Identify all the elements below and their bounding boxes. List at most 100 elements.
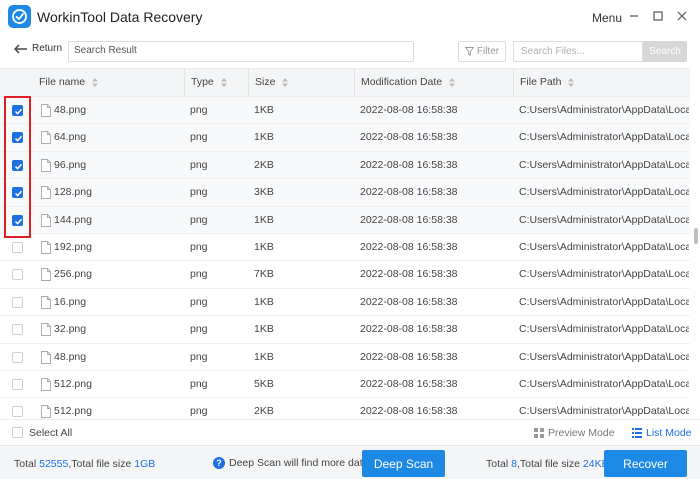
row-type: png: [190, 241, 208, 253]
row-file-path: C:Users\Administrator\AppData\Local...: [519, 378, 689, 390]
recover-button[interactable]: Recover: [604, 450, 687, 477]
table-row[interactable]: 32.png png 1KB 2022-08-08 16:58:38 C:Users\A…: [0, 316, 690, 344]
row-file-path: C:Users\Administrator\AppData\Local...: [519, 323, 689, 336]
column-type[interactable]: Type: [184, 69, 248, 96]
row-checkbox[interactable]: [12, 351, 23, 363]
column-file-path[interactable]: File Path: [513, 69, 690, 96]
row-modification-date: 2022-08-08 16:58:38: [360, 104, 458, 116]
file-table: File name Type Size Modification Date Fi…: [0, 68, 700, 419]
column-size[interactable]: Size: [248, 69, 354, 96]
file-icon: [41, 158, 51, 172]
row-modification-date: 2022-08-08 16:58:38: [360, 131, 458, 144]
row-file-path: C:Users\Administrator\AppData\Local...: [519, 268, 689, 281]
select-all-checkbox[interactable]: [12, 427, 23, 438]
row-checkbox[interactable]: [12, 379, 23, 390]
arrow-left-icon: [14, 43, 27, 54]
list-icon: [632, 428, 642, 438]
row-type: png: [190, 104, 208, 116]
menu-button[interactable]: Menu: [592, 11, 622, 25]
selected-summary: Total 8,Total file size 24KB: [486, 458, 609, 470]
row-modification-date: 2022-08-08 16:58:38: [360, 378, 458, 390]
grid-icon: [534, 428, 544, 438]
search-button[interactable]: Search: [643, 41, 687, 62]
column-file-name[interactable]: File name: [33, 69, 185, 96]
minimize-icon[interactable]: [626, 8, 642, 24]
row-modification-date: 2022-08-08 16:58:38: [360, 241, 458, 253]
row-file-name: 96.png: [54, 158, 87, 171]
row-size: 1KB: [254, 323, 274, 336]
row-type: png: [190, 186, 208, 199]
table-row[interactable]: 16.png png 1KB 2022-08-08 16:58:38 C:Users\A…: [0, 289, 690, 317]
row-type: png: [190, 323, 208, 336]
sort-icon: [568, 77, 575, 87]
filter-button[interactable]: Filter: [458, 41, 506, 62]
row-size: 7KB: [254, 268, 274, 281]
row-file-name: 512.png: [54, 405, 92, 418]
table-row[interactable]: 192.png png 1KB 2022-08-08 16:58:38 C:Users\…: [0, 234, 690, 262]
list-mode-label: List Mode: [646, 427, 692, 439]
row-size: 1KB: [254, 131, 274, 144]
row-modification-date: 2022-08-08 16:58:38: [360, 186, 458, 199]
column-type-label: Type: [191, 76, 214, 88]
row-checkbox[interactable]: [12, 159, 23, 171]
footer-bar: Total 52555,Total file size 1GB ? Deep S…: [0, 445, 700, 479]
row-checkbox[interactable]: [12, 324, 23, 336]
row-size: 1KB: [254, 241, 274, 253]
list-mode-toggle[interactable]: List Mode: [632, 427, 692, 439]
row-checkbox[interactable]: [12, 269, 23, 281]
row-file-name: 144.png: [54, 213, 92, 226]
row-checkbox[interactable]: [12, 406, 23, 418]
table-row[interactable]: 128.png png 3KB 2022-08-08 16:58:38 C:Users\…: [0, 179, 690, 207]
selected-prefix: Total: [486, 458, 512, 470]
return-button[interactable]: Return: [14, 43, 62, 54]
total-size: 1GB: [134, 458, 156, 470]
scrollbar-thumb[interactable]: [694, 228, 698, 244]
row-type: png: [190, 405, 208, 418]
row-modification-date: 2022-08-08 16:58:38: [360, 213, 458, 226]
return-label: Return: [32, 43, 63, 54]
table-row[interactable]: 48.png png 1KB 2022-08-08 16:58:38 C:Users\A…: [0, 344, 690, 371]
row-file-name: 128.png: [54, 186, 92, 199]
row-modification-date: 2022-08-08 16:58:38: [360, 268, 458, 281]
table-row[interactable]: 48.png png 1KB 2022-08-08 16:58:38 C:Users\A…: [0, 97, 690, 125]
title-bar: WorkinTool Data Recovery Menu: [0, 0, 700, 34]
row-file-path: C:Users\Administrator\AppData\Local...: [519, 350, 689, 363]
row-checkbox[interactable]: [12, 132, 23, 144]
table-row[interactable]: 64.png png 1KB 2022-08-08 16:58:38 C:Users\A…: [0, 124, 690, 152]
row-type: png: [190, 131, 208, 144]
row-size: 1KB: [254, 213, 274, 226]
row-file-path: C:Users\Administrator\AppData\Local...: [519, 131, 689, 144]
total-summary: Total 52555,Total file size 1GB: [14, 458, 155, 470]
table-scrollbar[interactable]: [692, 68, 700, 419]
filter-icon: [464, 47, 474, 56]
deep-scan-button[interactable]: Deep Scan: [362, 450, 445, 477]
table-row[interactable]: 512.png png 2KB 2022-08-08 16:58:38 C:Users\…: [0, 398, 690, 419]
row-checkbox[interactable]: [12, 187, 23, 199]
row-checkbox[interactable]: [12, 296, 23, 308]
select-all-label: Select All: [29, 427, 73, 439]
row-file-name: 48.png: [54, 350, 87, 363]
row-checkbox[interactable]: [12, 214, 23, 226]
preview-mode-toggle[interactable]: Preview Mode: [534, 427, 615, 439]
search-result-field: Search Result: [68, 41, 414, 62]
table-row[interactable]: 144.png png 1KB 2022-08-08 16:58:38 C:Users\…: [0, 206, 690, 234]
file-icon: [41, 405, 51, 419]
file-icon: [41, 104, 51, 117]
close-icon[interactable]: [674, 8, 690, 24]
row-checkbox[interactable]: [12, 242, 23, 253]
file-icon: [41, 323, 51, 337]
row-checkbox[interactable]: [12, 105, 23, 116]
sort-icon: [449, 77, 456, 87]
row-type: png: [190, 378, 208, 390]
row-file-path: C:Users\Administrator\AppData\Local...: [519, 295, 689, 308]
row-file-name: 16.png: [54, 295, 87, 308]
maximize-icon[interactable]: [650, 8, 666, 24]
table-row[interactable]: 96.png png 2KB 2022-08-08 16:58:38 C:Users\A…: [0, 151, 690, 180]
row-size: 1KB: [254, 104, 274, 116]
row-file-path: C:Users\Administrator\AppData\Local...: [519, 158, 689, 171]
search-files-input[interactable]: [513, 41, 643, 62]
table-row[interactable]: 512.png png 5KB 2022-08-08 16:58:38 C:Users\…: [0, 371, 690, 399]
sort-icon: [282, 77, 289, 87]
table-row[interactable]: 256.png png 7KB 2022-08-08 16:58:38 C:Users\…: [0, 261, 690, 289]
column-modification-date[interactable]: Modification Date: [354, 69, 513, 96]
